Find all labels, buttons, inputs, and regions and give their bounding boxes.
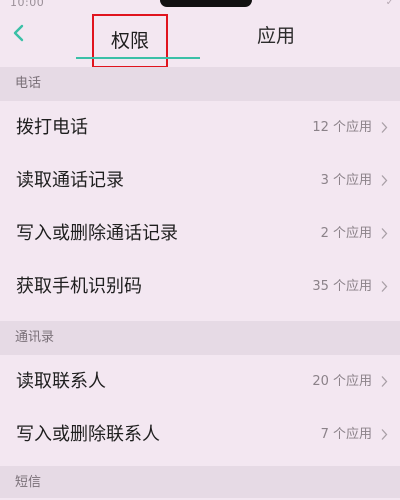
permission-row-write-call-log[interactable]: 写入或删除通话记录 2 个应用 (0, 207, 400, 260)
permission-row-read-contacts[interactable]: 读取联系人 20 个应用 (0, 355, 400, 408)
tab-apps[interactable]: 应用 (236, 18, 316, 54)
tab-permissions[interactable]: 权限 (92, 14, 168, 68)
back-button[interactable] (6, 20, 32, 46)
chevron-right-icon (380, 375, 388, 388)
section-header-phone: 电话 (0, 67, 400, 101)
selected-tab-indicator (76, 57, 200, 59)
permission-row-write-contacts[interactable]: 写入或删除联系人 7 个应用 (0, 408, 400, 461)
section-header-sms: 短信 (0, 466, 400, 498)
permission-label: 写入或删除联系人 (16, 424, 160, 445)
permission-label: 拨打电话 (16, 117, 88, 138)
permission-row-device-id[interactable]: 获取手机识别码 35 个应用 (0, 260, 400, 313)
chevron-right-icon (380, 280, 388, 293)
chevron-right-icon (380, 174, 388, 187)
permission-row-make-calls[interactable]: 拨打电话 12 个应用 (0, 101, 400, 154)
app-count: 2 个应用 (320, 226, 372, 241)
chevron-right-icon (380, 121, 388, 134)
camera-notch (160, 0, 252, 7)
app-count: 35 个应用 (312, 279, 372, 294)
app-count: 7 个应用 (320, 427, 372, 442)
permission-row-read-call-log[interactable]: 读取通话记录 3 个应用 (0, 154, 400, 207)
chevron-right-icon (380, 428, 388, 441)
permission-label: 获取手机识别码 (16, 276, 142, 297)
section-header-contacts: 通讯录 (0, 321, 400, 355)
app-count: 3 个应用 (320, 173, 372, 188)
top-navigation-bar: 权限 应用 (0, 12, 400, 68)
app-count: 20 个应用 (312, 374, 372, 389)
permission-label: 写入或删除通话记录 (16, 223, 178, 244)
chevron-right-icon (380, 227, 388, 240)
app-count: 12 个应用 (312, 120, 372, 135)
permission-label: 读取通话记录 (16, 170, 124, 191)
permission-label: 读取联系人 (16, 371, 106, 392)
chevron-left-icon (13, 24, 24, 42)
status-bar: 10:00 ✓ (0, 0, 400, 12)
status-time: 10:00 (10, 0, 45, 9)
status-indicator-icon: ✓ (385, 0, 394, 8)
